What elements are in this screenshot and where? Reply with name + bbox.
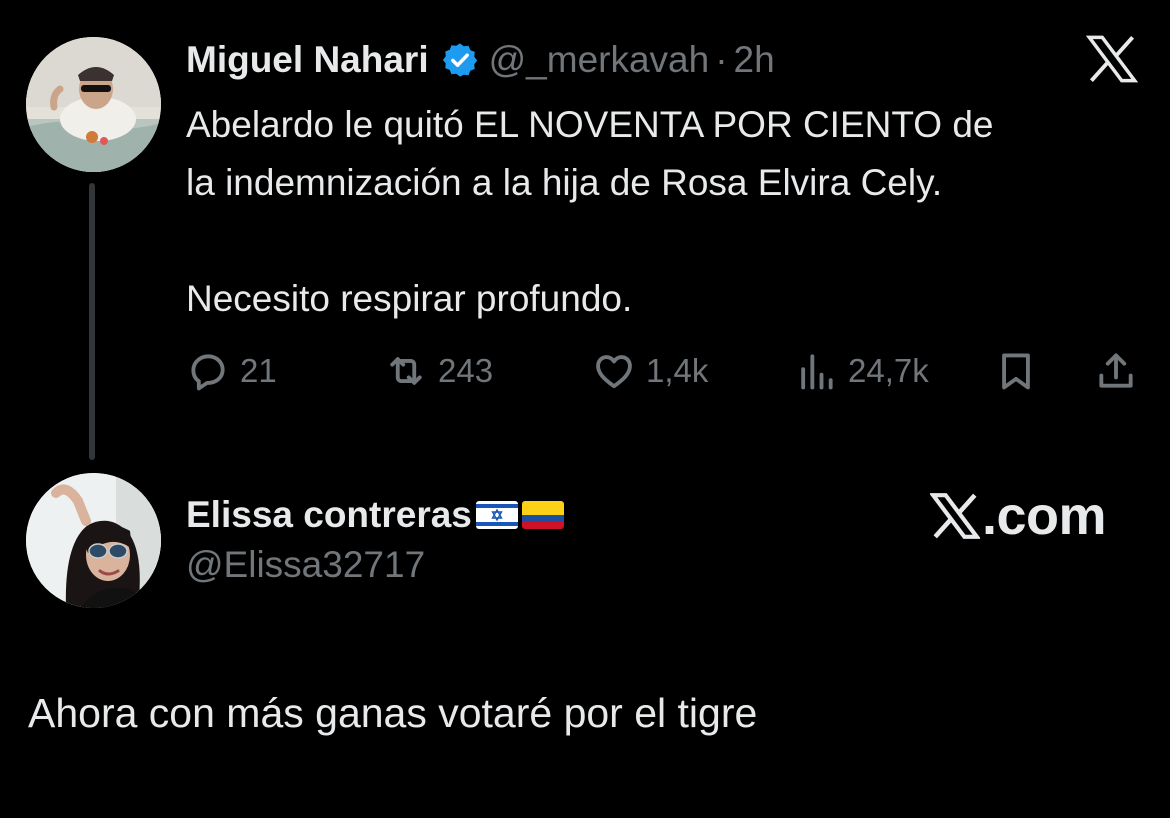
- reply-header: Elissa contreras: [186, 490, 564, 540]
- bookmark-button[interactable]: [994, 346, 1038, 396]
- like-icon: [596, 355, 632, 389]
- avatar-photo: [26, 37, 161, 172]
- share-icon: [1099, 353, 1133, 388]
- author-avatar[interactable]: [26, 37, 161, 172]
- watermark-text: .com: [982, 486, 1107, 546]
- time-separator: ·: [715, 39, 728, 80]
- tweet-line-1: Abelardo le quitó EL NOVENTA POR CIENTO …: [186, 104, 994, 145]
- tweet-line-2: la indemnización a la hija de Rosa Elvir…: [186, 162, 943, 203]
- tweet-header: Miguel Nahari @_merkavah · 2h: [186, 36, 775, 84]
- repost-count: 243: [438, 352, 494, 389]
- reply-count: 21: [240, 352, 277, 389]
- reply-icon: [191, 354, 225, 391]
- repost-button[interactable]: 243: [384, 346, 493, 396]
- reply-body: Ahora con más ganas votaré por el tigre: [28, 690, 758, 736]
- repost-icon: [390, 357, 422, 385]
- reply-author-handle[interactable]: @Elissa32717: [186, 544, 425, 586]
- colombia-flag-icon: [521, 501, 564, 529]
- tweet-action-bar: 21 243 1,4k 24,7k: [186, 346, 1146, 396]
- tweet-line-3: Necesito respirar profundo.: [186, 278, 633, 319]
- thread-connector-line: [89, 183, 95, 460]
- views-count: 24,7k: [848, 352, 929, 389]
- xcom-watermark: .com: [930, 486, 1107, 546]
- tweet-time[interactable]: 2h: [734, 39, 775, 81]
- reply-button[interactable]: 21: [186, 346, 277, 396]
- author-name[interactable]: Miguel Nahari: [186, 39, 429, 81]
- share-button[interactable]: [1094, 346, 1138, 396]
- reply-author-avatar[interactable]: [26, 473, 161, 608]
- x-logo-icon[interactable]: [1086, 35, 1138, 83]
- avatar-photo: [26, 473, 161, 608]
- verified-badge-icon: [442, 43, 477, 77]
- like-count: 1,4k: [646, 352, 709, 389]
- tweet-body: Abelardo le quitó EL NOVENTA POR CIENTO …: [186, 96, 1156, 328]
- bookmark-icon: [1002, 353, 1030, 390]
- views-button[interactable]: 24,7k: [794, 346, 929, 396]
- views-icon: [801, 354, 833, 390]
- reply-author-name[interactable]: Elissa contreras: [186, 494, 472, 536]
- x-logo-icon: [930, 493, 980, 539]
- israel-flag-icon: [475, 501, 518, 529]
- like-button[interactable]: 1,4k: [592, 346, 708, 396]
- author-handle[interactable]: @_merkavah: [489, 39, 710, 81]
